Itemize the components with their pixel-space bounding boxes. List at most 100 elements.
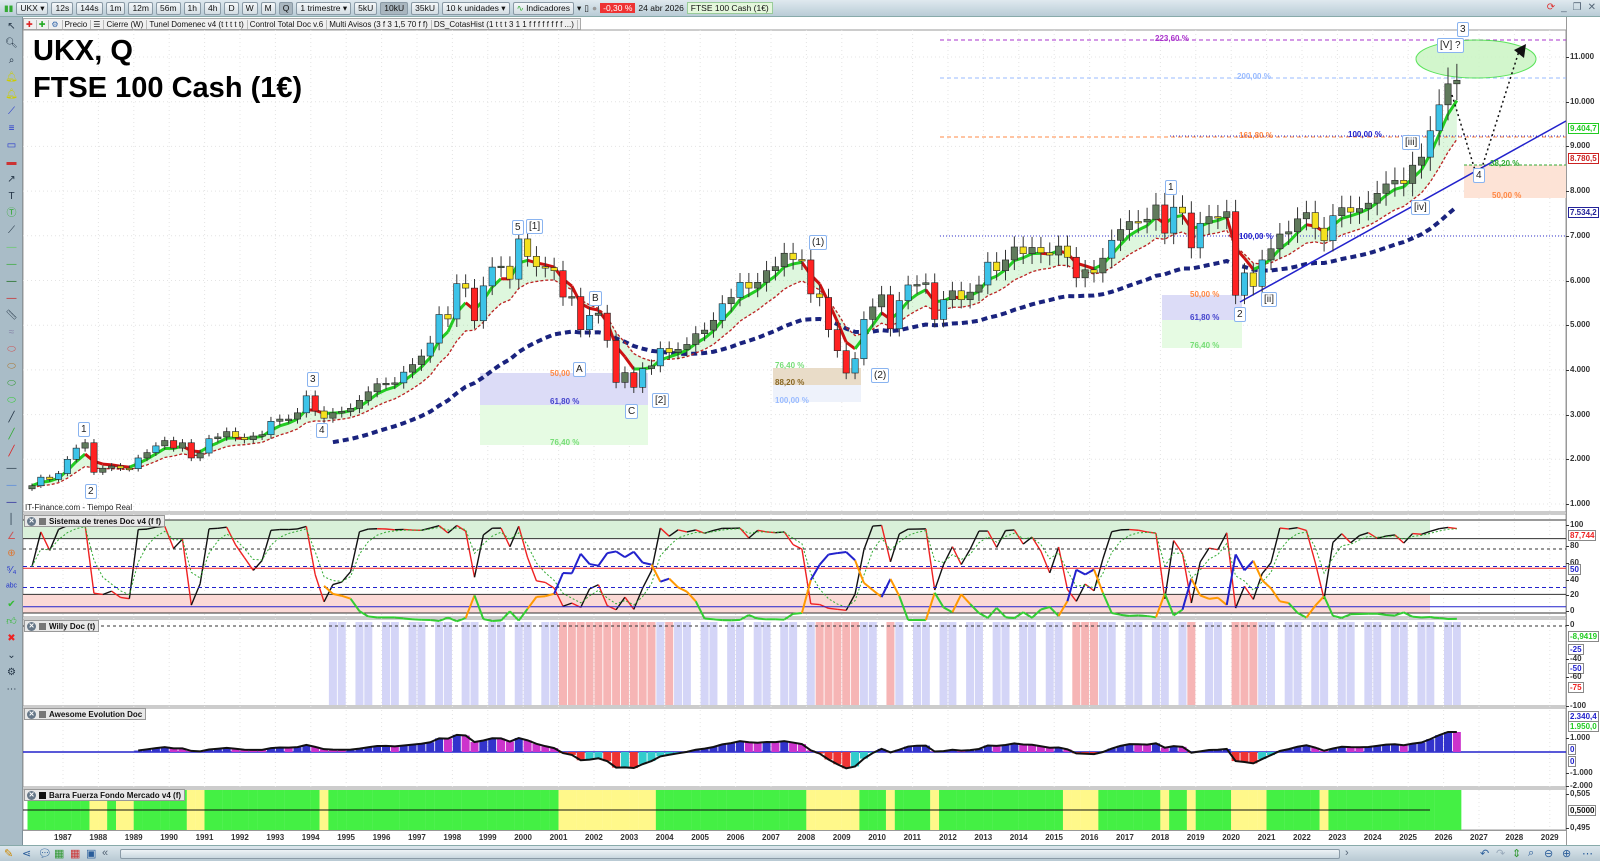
elliott-wave-label[interactable]: 3 bbox=[1457, 22, 1469, 37]
collapse-icon[interactable]: « bbox=[102, 847, 108, 859]
elliott-wave-label[interactable]: 1 bbox=[78, 422, 90, 437]
candle-body bbox=[37, 476, 45, 486]
year-label: 2028 bbox=[1505, 833, 1524, 842]
willy-shade bbox=[656, 622, 665, 705]
undo-icon[interactable]: ↶ bbox=[1480, 847, 1489, 860]
scroll-right-icon[interactable]: › bbox=[1345, 847, 1349, 859]
close-panel-icon[interactable]: ✕ bbox=[27, 621, 36, 631]
awesome-bar bbox=[629, 752, 638, 769]
year-label: 2005 bbox=[691, 833, 709, 842]
horizontal-scrollbar[interactable] bbox=[120, 849, 1340, 859]
redo-icon[interactable]: ↷ bbox=[1496, 847, 1505, 860]
willy-shade bbox=[1399, 622, 1408, 705]
candle-body bbox=[1444, 83, 1452, 106]
elliott-wave-label[interactable]: 4 bbox=[316, 423, 328, 438]
price-axis[interactable]: 9.404,7 8.780,5 7.534,2 100 87,744 80 60… bbox=[1565, 17, 1600, 845]
willy-line bbox=[1208, 596, 1219, 600]
year-label: 1994 bbox=[301, 833, 320, 842]
year-label: 1991 bbox=[195, 833, 214, 842]
willy-shade bbox=[488, 622, 497, 705]
elliott-wave-label[interactable]: B bbox=[589, 291, 602, 306]
elliott-wave-label[interactable]: [iv] bbox=[1411, 200, 1430, 215]
candle-body bbox=[524, 238, 532, 257]
willy-shade bbox=[1116, 622, 1125, 705]
willy-shade bbox=[443, 622, 452, 705]
draw-pencil-icon[interactable]: ✎ bbox=[4, 847, 13, 860]
year-label: 2012 bbox=[939, 833, 957, 842]
willy-shade bbox=[1160, 622, 1169, 705]
elliott-wave-label[interactable]: [1] bbox=[526, 219, 544, 234]
trenes-line bbox=[1430, 528, 1440, 532]
candle-body bbox=[55, 473, 63, 480]
close-panel-icon[interactable]: ✕ bbox=[27, 709, 36, 719]
awesome-bar bbox=[488, 738, 497, 752]
zoom-in-icon[interactable]: ⊕ bbox=[1562, 847, 1571, 860]
awesome-line bbox=[138, 730, 1457, 770]
more-options-icon[interactable]: ⋯ bbox=[1582, 847, 1593, 860]
indicators-list-icon[interactable]: ▦ bbox=[54, 847, 64, 860]
candle bbox=[559, 260, 567, 306]
screener-icon[interactable]: ▣ bbox=[86, 847, 96, 860]
candle-body bbox=[1170, 206, 1178, 234]
close-panel-icon[interactable]: ✕ bbox=[27, 790, 36, 800]
elliott-wave-label[interactable]: [iii] bbox=[1402, 135, 1421, 150]
elliott-wave-label[interactable]: 1 bbox=[1165, 180, 1177, 195]
awesome-tag-green: 1.950,0 bbox=[1568, 721, 1599, 732]
year-label: 1996 bbox=[372, 833, 391, 842]
fib-level-label: 88,20 % bbox=[775, 378, 805, 387]
willy-line bbox=[607, 550, 617, 555]
elliott-wave-label[interactable]: (1) bbox=[809, 235, 828, 250]
zoom-fit-icon[interactable]: ⌕ bbox=[1528, 847, 1534, 860]
willy-shade bbox=[1311, 622, 1320, 705]
elliott-wave-label[interactable]: A bbox=[573, 362, 586, 377]
autoscale-icon[interactable]: ⇕ bbox=[1512, 847, 1521, 860]
barra-bar bbox=[1452, 790, 1462, 830]
willy-shade bbox=[1452, 622, 1461, 705]
candle-body bbox=[1232, 211, 1240, 296]
time-axis[interactable]: 1987 1988 1989 1990 1991 1992 1993 1994 1995 1996… bbox=[23, 830, 1566, 845]
fib-level-label: 100,00 % bbox=[1348, 130, 1382, 139]
candle-body bbox=[621, 372, 629, 383]
comment-icon[interactable]: 💬︎ bbox=[38, 847, 52, 860]
candle-body bbox=[196, 452, 204, 459]
willy-shade bbox=[806, 622, 815, 705]
willy-shade bbox=[948, 622, 957, 705]
zoom-out-icon[interactable]: ⊖ bbox=[1544, 847, 1553, 860]
willy-shade bbox=[753, 622, 762, 705]
barra-tag: 0,5000 bbox=[1568, 805, 1597, 816]
year-label: 1987 bbox=[54, 833, 72, 842]
elliott-wave-label[interactable]: [2] bbox=[652, 393, 670, 408]
awesome-bar bbox=[1240, 752, 1249, 762]
panel-title[interactable]: Barra Fuerza Fondo Mercado v4 (f) bbox=[49, 791, 181, 800]
strategies-icon[interactable]: ▦ bbox=[70, 847, 80, 860]
willy-shade bbox=[541, 622, 550, 705]
year-label: 2003 bbox=[620, 833, 639, 842]
candle-body bbox=[532, 256, 540, 267]
close-panel-icon[interactable]: ✕ bbox=[27, 516, 36, 526]
elliott-wave-label[interactable]: 5 bbox=[512, 220, 524, 235]
panel-title[interactable]: Awesome Evolution Doc bbox=[49, 710, 142, 719]
barra-bar bbox=[1434, 790, 1444, 830]
panel-title[interactable]: Willy Doc (t) bbox=[49, 622, 95, 631]
price-tick: 1.000 bbox=[1565, 499, 1591, 508]
willy-line bbox=[828, 552, 838, 556]
share-icon[interactable]: ⋖ bbox=[22, 847, 31, 860]
oversold-zone bbox=[23, 594, 1430, 613]
candle-body bbox=[1267, 248, 1275, 261]
willy-shade bbox=[904, 622, 913, 705]
elliott-wave-label[interactable]: C bbox=[625, 404, 639, 419]
elliott-wave-label[interactable]: 4 bbox=[1473, 168, 1485, 183]
willy-shade bbox=[1284, 622, 1293, 705]
elliott-wave-label[interactable]: 3 bbox=[307, 372, 319, 387]
willy-shade bbox=[957, 622, 966, 705]
elliott-wave-label[interactable]: [V] ? bbox=[1437, 38, 1464, 53]
candle-body bbox=[798, 259, 806, 262]
candle-body bbox=[701, 329, 709, 334]
trenes-line bbox=[288, 528, 298, 531]
elliott-wave-label[interactable]: 2 bbox=[1234, 307, 1246, 322]
elliott-wave-label[interactable]: [ii] bbox=[1261, 292, 1277, 307]
willy-shade bbox=[983, 622, 992, 705]
elliott-wave-label[interactable]: 2 bbox=[85, 484, 97, 499]
elliott-wave-label[interactable]: (2) bbox=[871, 368, 890, 383]
panel-title[interactable]: Sistema de trenes Doc v4 (f f) bbox=[49, 517, 161, 526]
